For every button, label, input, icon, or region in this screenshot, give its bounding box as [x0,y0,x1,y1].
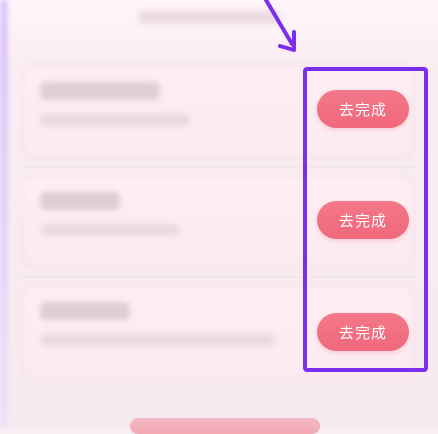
task-description-blurred [40,334,275,346]
task-description-blurred [40,224,180,236]
task-title-blurred [40,82,160,100]
task-title-blurred [40,192,120,210]
annotation-arrow-icon [264,0,296,52]
task-title-blurred [40,302,130,320]
bottom-action-button-partial[interactable] [130,418,320,434]
task-description-blurred [40,114,190,126]
top-blurred-area [0,0,438,56]
highlight-frame [303,67,428,372]
left-edge-tint [0,0,8,426]
